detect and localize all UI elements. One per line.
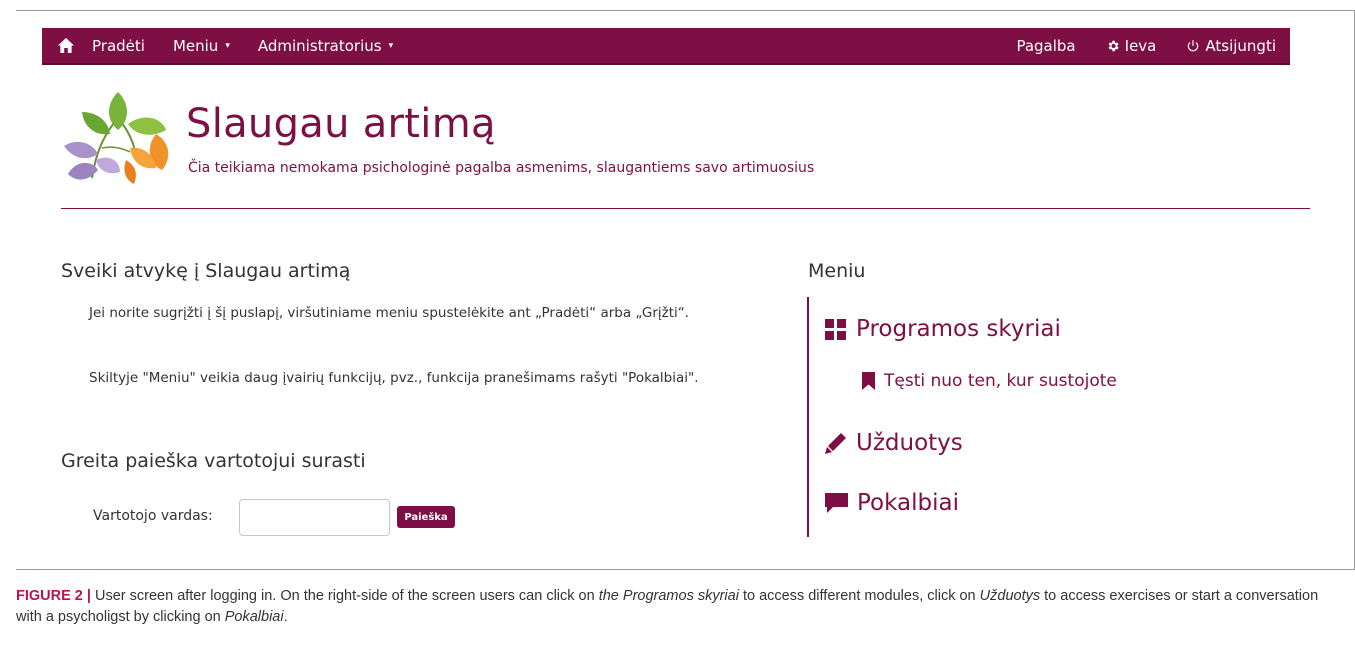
navbar-left: Pradėti Meniu ▾ Administratorius ▾ xyxy=(42,28,421,63)
nav-user[interactable]: Ieva xyxy=(1106,28,1157,63)
menu-item-pokalbiai-label: Pokalbiai xyxy=(857,490,959,516)
caption-label: FIGURE 2 | xyxy=(16,588,91,604)
figure-caption: FIGURE 2 | User screen after logging in.… xyxy=(16,586,1346,628)
menu-item-testi-label: Tęsti nuo ten, kur sustojote xyxy=(884,371,1117,391)
top-navbar: Pradėti Meniu ▾ Administratorius ▾ Pagal… xyxy=(42,28,1290,65)
grid-icon xyxy=(825,318,846,340)
caption-text-2: to access different modules, click on xyxy=(738,588,980,604)
nav-help[interactable]: Pagalba xyxy=(1016,28,1075,63)
menu-heading: Meniu xyxy=(808,260,866,282)
nav-user-label: Ieva xyxy=(1124,36,1157,55)
caption-em-1: the Programos skyriai xyxy=(598,588,739,604)
welcome-paragraph-2: Skiltyje "Meniu" veikia daug įvairių fun… xyxy=(89,370,699,386)
nav-help-label: Pagalba xyxy=(1016,36,1076,55)
menu-item-uzduotys-label: Užduotys xyxy=(856,430,963,456)
nav-meniu-dropdown[interactable]: Meniu ▾ xyxy=(173,28,230,63)
username-label: Vartotojo vardas: xyxy=(93,508,213,524)
figure-frame xyxy=(16,10,1355,570)
header-divider xyxy=(61,208,1310,209)
caption-text-1: User screen after logging in. On the rig… xyxy=(90,588,599,604)
caret-down-icon: ▾ xyxy=(388,40,394,51)
nav-pradeti-label: Pradėti xyxy=(92,36,145,55)
menu-item-programos-skyriai[interactable]: Programos skyriai xyxy=(825,316,1061,342)
gear-icon xyxy=(1108,40,1119,51)
search-heading: Greita paieška vartotojui surasti xyxy=(61,450,366,472)
nav-administratorius-label: Administratorius xyxy=(257,36,382,55)
search-button[interactable]: Paieška xyxy=(397,506,455,528)
caret-down-icon: ▾ xyxy=(225,40,230,51)
bookmark-icon xyxy=(862,372,875,390)
welcome-paragraph-1: Jei norite sugrįžti į šį puslapį, viršut… xyxy=(89,305,690,321)
site-logo xyxy=(64,92,169,184)
home-icon xyxy=(58,38,74,53)
site-title: Slaugau artimą xyxy=(186,101,496,147)
nav-logout-label: Atsijungti xyxy=(1205,36,1276,55)
welcome-heading: Sveiki atvykę į Slaugau artimą xyxy=(61,260,351,282)
chat-icon xyxy=(825,492,848,513)
caption-text-4: . xyxy=(283,609,288,625)
nav-pradeti[interactable]: Pradėti xyxy=(92,28,145,63)
nav-logout[interactable]: Atsijungti xyxy=(1186,28,1276,63)
nav-meniu-label: Meniu xyxy=(172,36,219,55)
home-link[interactable] xyxy=(42,28,92,63)
menu-item-testi[interactable]: Tęsti nuo ten, kur sustojote xyxy=(862,371,1117,391)
username-input[interactable] xyxy=(239,499,390,536)
caption-em-2: Užduotys xyxy=(979,588,1041,604)
power-icon xyxy=(1188,39,1199,51)
menu-item-uzduotys[interactable]: Užduotys xyxy=(825,430,963,456)
menu-item-programos-skyriai-label: Programos skyriai xyxy=(856,316,1061,342)
menu-item-pokalbiai[interactable]: Pokalbiai xyxy=(825,490,959,516)
menu-border xyxy=(807,297,809,537)
caption-em-3: Pokalbiai xyxy=(224,609,284,625)
navbar-right: Pagalba Ieva Atsijungti xyxy=(986,28,1290,63)
pencil-icon xyxy=(825,433,846,454)
site-subtitle: Čia teikiama nemokama psichologinė pagal… xyxy=(188,160,815,176)
nav-administratorius-dropdown[interactable]: Administratorius ▾ xyxy=(258,28,393,63)
